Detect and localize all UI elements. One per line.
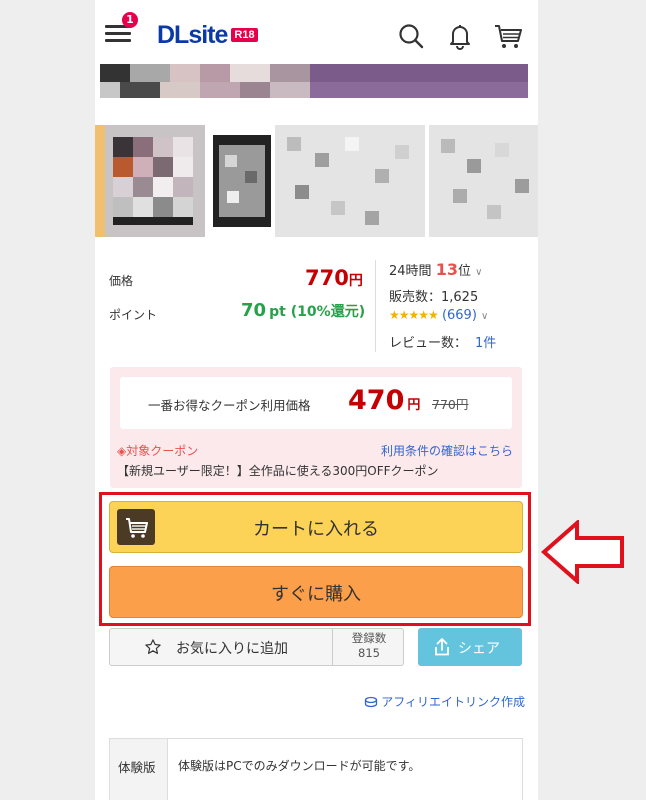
target-coupon-link[interactable]: ◈対象クーポン: [117, 442, 198, 459]
point-label: ポイント: [109, 308, 158, 322]
tag-icon: ◈: [117, 444, 127, 458]
favorite-count: 登録数 815: [351, 631, 387, 660]
chevron-down-icon: ∨: [481, 311, 489, 322]
logo-text: DLsite: [157, 21, 228, 49]
share-label: シェア: [458, 641, 500, 657]
coupon-original-price: 770円: [432, 397, 469, 412]
site-logo[interactable]: DLsite R18: [157, 22, 258, 48]
chevron-down-icon: ∨: [475, 267, 483, 278]
divider: [332, 629, 333, 665]
coupon-price-panel: 一番お得なクーポン利用価格 470 円 770円: [120, 377, 512, 429]
divider: [375, 260, 376, 352]
coupon-terms-link[interactable]: 利用条件の確認はこちら: [381, 442, 513, 459]
buy-now-label: すぐに購入: [271, 584, 361, 605]
add-to-cart-button[interactable]: カートに入れる: [109, 501, 523, 553]
share-icon: [434, 638, 450, 660]
sales-count: 販売数：1,625: [389, 290, 479, 305]
coupon-description: 【新規ユーザー限定！】全作品に使える300円OFFクーポン: [117, 464, 439, 478]
cart-icon[interactable]: [493, 22, 522, 50]
add-to-favorites-label: お気に入りに追加: [176, 641, 288, 657]
add-to-cart-label: カートに入れる: [253, 519, 379, 540]
search-icon[interactable]: [397, 22, 425, 50]
product-page: 1 DLsite R18 価格 770円 ポイント 70 pt (10%還元) …: [95, 0, 538, 800]
coin-stack-icon: [365, 696, 378, 708]
buy-now-button[interactable]: すぐに購入: [109, 566, 523, 618]
notification-count-badge: 1: [122, 12, 138, 28]
price-area: 価格 770円 ポイント 70 pt (10%還元) 24時間 13位 ∨ 販売数：…: [95, 258, 538, 358]
banner-image[interactable]: [100, 64, 528, 100]
thumbnail-strip[interactable]: [95, 125, 538, 237]
arrow-pointer-icon: [541, 520, 624, 584]
trial-text: 体験版はPCでのみダウンロードが可能です。: [178, 759, 421, 773]
bell-icon[interactable]: [446, 22, 474, 50]
star-outline-icon: [144, 638, 162, 660]
ranking-info[interactable]: 24時間 13位 ∨: [389, 260, 482, 279]
trial-header: 体験版: [110, 739, 168, 800]
rating-info[interactable]: ★★★★★ (669) ∨: [389, 308, 488, 323]
coupon-best-label: 一番お得なクーポン利用価格: [148, 398, 311, 413]
review-info: レビュー数： 1件: [389, 336, 497, 351]
point-value: 70 pt (10%還元): [241, 300, 366, 321]
rating-count[interactable]: (669): [442, 308, 477, 323]
coupon-best-price: 470 円: [348, 385, 421, 416]
site-header: 1 DLsite R18: [95, 0, 538, 68]
review-count-link[interactable]: 1件: [475, 336, 496, 351]
share-button[interactable]: シェア: [418, 628, 522, 666]
trial-row: 体験版 体験版はPCでのみダウンロードが可能です。: [109, 738, 523, 800]
coupon-box: 一番お得なクーポン利用価格 470 円 770円 ◈対象クーポン 利用条件の確認は…: [110, 367, 522, 488]
price-label: 価格: [109, 274, 134, 288]
add-to-favorites-button[interactable]: お気に入りに追加 登録数 815: [109, 628, 404, 666]
logo-r18-tag: R18: [231, 28, 258, 42]
price-value: 770円: [305, 266, 363, 290]
affiliate-link[interactable]: アフィリエイトリンク作成: [364, 693, 525, 710]
rating-stars: ★★★★★: [389, 308, 439, 322]
